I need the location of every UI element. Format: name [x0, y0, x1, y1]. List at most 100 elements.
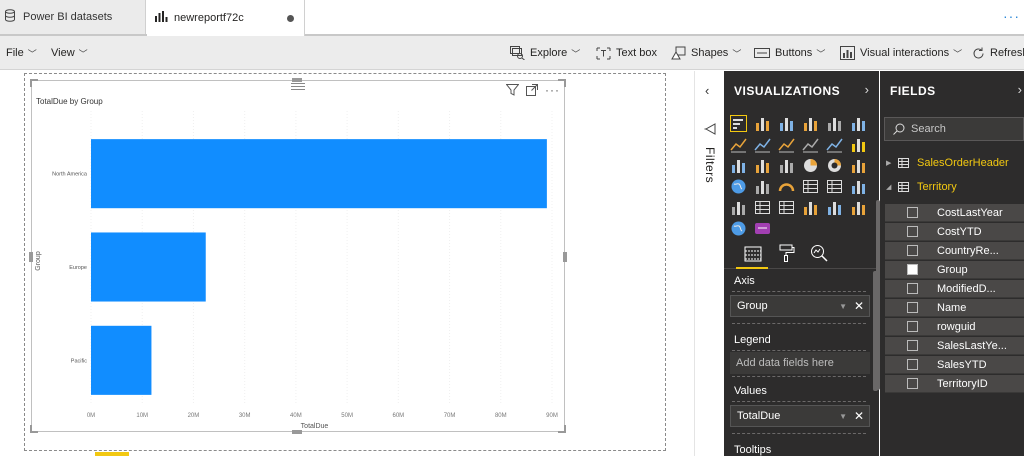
key-influencers-icon[interactable] [826, 199, 843, 216]
view-menu[interactable]: View ﹀ [51, 36, 88, 70]
axis-field-well[interactable]: Group ▼ ✕ [730, 295, 870, 317]
report-page: ··· TotalDue by Group 0M 10M 20M 30M 40M 50M 6… [24, 73, 666, 451]
stacked-column-icon[interactable] [754, 115, 771, 132]
field-name: CostLastYear [937, 206, 1003, 219]
filters-label[interactable]: Filters [703, 147, 717, 183]
field-checkbox[interactable] [907, 378, 918, 389]
field-row[interactable]: ModifiedD... [885, 280, 1024, 298]
refresh-icon [973, 47, 984, 58]
ribbon-chart-icon[interactable] [850, 136, 867, 153]
more-options-icon[interactable]: ··· [1003, 8, 1020, 24]
file-menu-label: File [6, 47, 24, 59]
bar-chart-visual[interactable]: ··· TotalDue by Group 0M 10M 20M 30M 40M 50M 6… [29, 78, 567, 434]
field-checkbox[interactable] [907, 302, 918, 313]
field-row[interactable]: Group [885, 261, 1024, 279]
chevron-down-icon[interactable]: ▼ [839, 302, 847, 311]
filter-pane-icon[interactable] [704, 123, 716, 135]
line-column-icon[interactable] [802, 136, 819, 153]
custom-visual-icon[interactable] [754, 220, 771, 237]
line-stacked-column-icon[interactable] [826, 136, 843, 153]
field-checkbox[interactable] [907, 245, 918, 256]
shape-map-icon[interactable] [850, 199, 867, 216]
matrix-icon[interactable] [778, 199, 795, 216]
explore-menu[interactable]: Explore ﹀ [510, 36, 580, 70]
file-menu[interactable]: File ﹀ [6, 36, 37, 70]
100-column-icon[interactable] [850, 115, 867, 132]
explore-label: Explore [530, 47, 568, 59]
field-checkbox[interactable] [907, 340, 918, 351]
r-visual-icon[interactable] [802, 199, 819, 216]
table-visual-icon[interactable] [754, 199, 771, 216]
field-checkbox[interactable] [907, 321, 918, 332]
gauge-icon[interactable] [778, 178, 795, 195]
stacked-bar-icon[interactable] [730, 115, 747, 132]
fields-scrollbar[interactable] [876, 200, 880, 390]
visualizations-pane: VISUALIZATIONS › Axis Group ▼ ✕ Legend A… [724, 71, 879, 456]
divider [732, 323, 866, 324]
kpi-icon[interactable] [850, 178, 867, 195]
field-row[interactable]: TerritoryID [885, 375, 1024, 393]
chevron-down-icon[interactable]: ▼ [839, 412, 847, 421]
menu-bar: File ﹀ View ﹀ Explore ﹀ Text box Shapes ﹀ Bu… [0, 36, 1024, 70]
buttons-menu[interactable]: Buttons ﹀ [754, 36, 825, 70]
paint-roller-icon[interactable] [779, 244, 795, 262]
table-territory[interactable]: ◢ Territory [886, 178, 957, 196]
remove-field-icon[interactable]: ✕ [854, 409, 864, 423]
x-tick-label: 70M [444, 413, 456, 419]
clustered-bar-icon[interactable] [778, 115, 795, 132]
tab-label: Power BI datasets [23, 11, 113, 23]
field-checkbox[interactable] [907, 359, 918, 370]
tab-power-bi-datasets[interactable]: Power BI datasets [0, 0, 146, 34]
values-field-well[interactable]: TotalDue ▼ ✕ [730, 405, 870, 427]
field-checkbox[interactable] [907, 283, 918, 294]
chevron-down-icon: ﹀ [78, 48, 88, 59]
stacked-area-icon[interactable] [778, 136, 795, 153]
legend-drop-zone[interactable]: Add data fields here [730, 352, 870, 374]
expand-icon[interactable]: ▶ [886, 159, 898, 167]
globe-icon[interactable] [730, 220, 747, 237]
refresh-button[interactable]: Refresh [972, 36, 1024, 70]
map-icon[interactable] [730, 178, 747, 195]
filled-map-icon[interactable] [754, 178, 771, 195]
field-checkbox[interactable] [907, 226, 918, 237]
chevron-right-icon[interactable]: › [865, 82, 869, 97]
fields-search-input[interactable]: Search [884, 117, 1024, 141]
field-row[interactable]: rowguid [885, 318, 1024, 336]
table-salesorderheader[interactable]: ▶ SalesOrderHeader [886, 154, 1009, 172]
field-row[interactable]: CostLastYear [885, 204, 1024, 222]
waterfall-icon[interactable] [730, 157, 747, 174]
field-checkbox[interactable] [907, 264, 918, 275]
fields-title: FIELDS [890, 84, 936, 98]
text-box-button[interactable]: Text box [596, 36, 657, 70]
field-row[interactable]: SalesLastYe... [885, 337, 1024, 355]
visual-interactions-menu[interactable]: Visual interactions ﹀ [840, 36, 962, 70]
table-name: Territory [917, 181, 957, 193]
card-icon[interactable] [802, 178, 819, 195]
multi-row-card-icon[interactable] [826, 178, 843, 195]
scatter-icon[interactable] [778, 157, 795, 174]
collapse-icon[interactable]: ◢ [886, 183, 898, 191]
field-row[interactable]: CostYTD [885, 223, 1024, 241]
chevron-left-icon[interactable]: ‹ [705, 83, 709, 98]
100-bar-icon[interactable] [826, 115, 843, 132]
shapes-menu[interactable]: Shapes ﹀ [671, 36, 741, 70]
clustered-column-icon[interactable] [802, 115, 819, 132]
tab-report[interactable]: newreportf72c [147, 0, 305, 36]
funnel-icon[interactable] [754, 157, 771, 174]
field-row[interactable]: Name [885, 299, 1024, 317]
field-row[interactable]: CountryRe... [885, 242, 1024, 260]
x-tick-label: 0M [87, 413, 95, 419]
legend-section-label: Legend [734, 334, 771, 346]
field-row[interactable]: SalesYTD [885, 356, 1024, 374]
analytics-icon[interactable] [810, 244, 828, 262]
remove-field-icon[interactable]: ✕ [854, 299, 864, 313]
fields-tab[interactable] [736, 243, 768, 269]
treemap-icon[interactable] [850, 157, 867, 174]
area-chart-icon[interactable] [754, 136, 771, 153]
pie-chart-icon[interactable] [802, 157, 819, 174]
field-checkbox[interactable] [907, 207, 918, 218]
chevron-right-icon[interactable]: › [1018, 82, 1022, 97]
donut-chart-icon[interactable] [826, 157, 843, 174]
line-chart-icon[interactable] [730, 136, 747, 153]
slicer-icon[interactable] [730, 199, 747, 216]
